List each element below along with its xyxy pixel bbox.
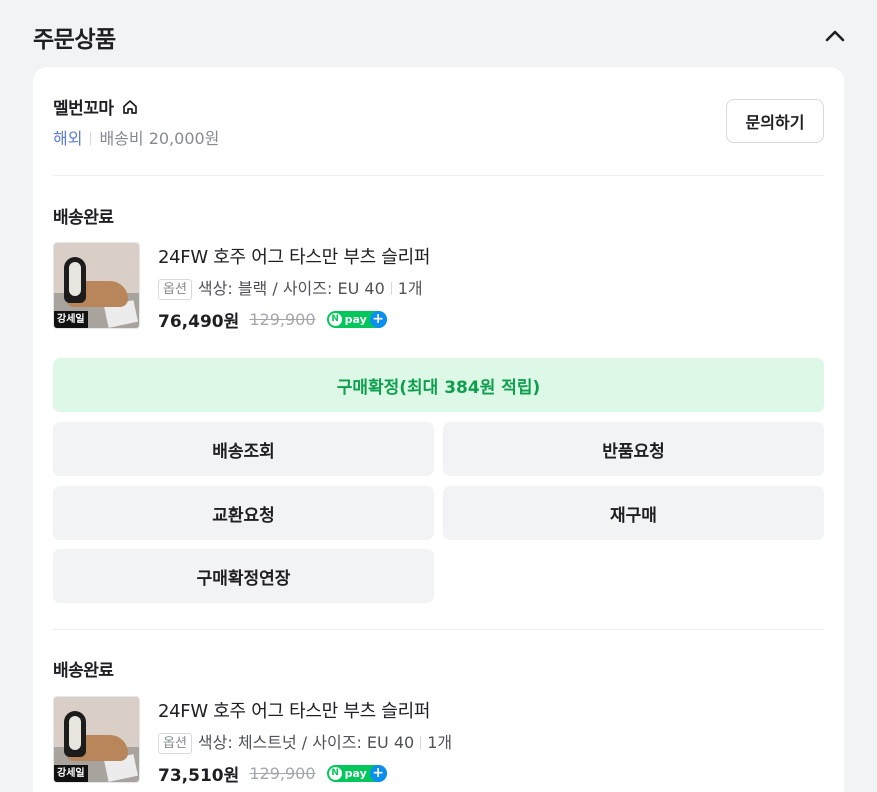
price-row: 73,510원 129,900 N pay + bbox=[158, 761, 387, 786]
option-text: 색상: 체스트넛 / 사이즈: EU 40 bbox=[197, 733, 415, 752]
inquiry-button[interactable]: 문의하기 bbox=[726, 99, 824, 143]
divider bbox=[53, 175, 824, 176]
divider bbox=[420, 736, 422, 749]
shipping-fee: 배송비 20,000원 bbox=[99, 129, 220, 148]
product-name[interactable]: 24FW 호주 어그 타스만 부츠 슬리퍼 bbox=[158, 243, 430, 269]
rebuy-button[interactable]: 재구매 bbox=[443, 486, 824, 540]
npay-n: N bbox=[328, 767, 342, 780]
product-option: 옵션 색상: 체스트넛 / 사이즈: EU 40 1개 bbox=[158, 729, 452, 754]
thumb-boot-lining bbox=[69, 262, 81, 296]
npay-label: pay bbox=[344, 767, 367, 780]
npay-icon: N pay + bbox=[326, 311, 387, 328]
sale-price: 76,490원 bbox=[158, 312, 240, 332]
option-tag: 옵션 bbox=[158, 733, 192, 754]
npay-plus: + bbox=[369, 765, 387, 782]
delivery-status: 배송완료 bbox=[53, 208, 114, 228]
option-tag: 옵션 bbox=[158, 279, 192, 300]
section-title: 주문상품 bbox=[33, 27, 116, 53]
product-option: 옵션 색상: 블랙 / 사이즈: EU 40 1개 bbox=[158, 275, 423, 300]
npay-label: pay bbox=[344, 313, 367, 326]
delivery-status: 배송완료 bbox=[53, 661, 114, 681]
order-card: 멜번꼬마 해외 배송비 20,000원 문의하기 배송완료 강세일 24FW 호주… bbox=[33, 67, 844, 792]
product-thumbnail[interactable]: 강세일 bbox=[53, 696, 140, 783]
quantity: 1개 bbox=[427, 733, 453, 752]
thumb-boot-lining bbox=[69, 716, 81, 750]
product-name[interactable]: 24FW 호주 어그 타스만 부츠 슬리퍼 bbox=[158, 697, 430, 723]
exchange-request-button[interactable]: 교환요청 bbox=[53, 486, 434, 540]
home-icon[interactable] bbox=[121, 98, 139, 116]
price-row: 76,490원 129,900 N pay + bbox=[158, 307, 387, 332]
return-request-button[interactable]: 반품요청 bbox=[443, 422, 824, 476]
purchase-confirm-button[interactable]: 구매확정(최대 384원 적립) bbox=[53, 358, 824, 412]
collapse-button[interactable] bbox=[822, 24, 848, 48]
divider bbox=[390, 282, 392, 295]
product-thumbnail[interactable]: 강세일 bbox=[53, 242, 140, 329]
npay-n: N bbox=[328, 313, 342, 326]
order-products-header: 주문상품 bbox=[0, 0, 877, 67]
original-price: 129,900 bbox=[249, 764, 316, 783]
npay-icon: N pay + bbox=[326, 765, 387, 782]
extend-confirm-button[interactable]: 구매확정연장 bbox=[53, 549, 434, 603]
seller-name[interactable]: 멜번꼬마 bbox=[53, 94, 114, 119]
chevron-up-icon bbox=[825, 30, 845, 42]
thumb-stamp: 강세일 bbox=[54, 765, 88, 782]
quantity: 1개 bbox=[397, 279, 423, 298]
npay-plus: + bbox=[369, 311, 387, 328]
seller-info: 멜번꼬마 bbox=[53, 94, 139, 119]
thumb-stamp: 강세일 bbox=[54, 311, 88, 328]
sale-price: 73,510원 bbox=[158, 766, 240, 786]
divider bbox=[53, 629, 824, 630]
divider bbox=[90, 132, 92, 145]
seller-meta: 해외 배송비 20,000원 bbox=[53, 125, 219, 149]
region-label: 해외 bbox=[53, 129, 83, 148]
track-delivery-button[interactable]: 배송조회 bbox=[53, 422, 434, 476]
original-price: 129,900 bbox=[249, 310, 316, 329]
option-text: 색상: 블랙 / 사이즈: EU 40 bbox=[197, 279, 385, 298]
